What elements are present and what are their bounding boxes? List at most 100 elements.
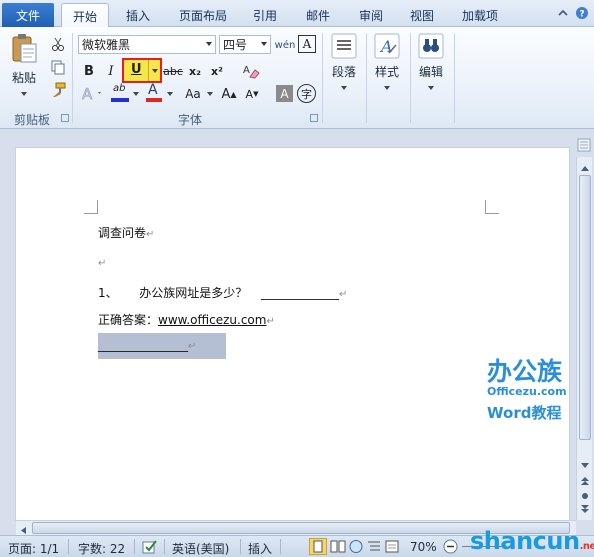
font-color-dropdown-arrow[interactable] bbox=[167, 92, 173, 96]
select-browse-object-icon[interactable] bbox=[580, 490, 590, 504]
enclose-characters-label: 字 bbox=[301, 87, 312, 101]
tab-mailings[interactable]: 邮件 bbox=[297, 3, 339, 27]
strikethrough-button[interactable]: abc bbox=[163, 61, 183, 81]
split-divider bbox=[148, 60, 149, 81]
selected-blank-text: _______________ bbox=[98, 338, 188, 352]
svg-text:A: A bbox=[379, 37, 393, 56]
font-color-button[interactable]: A bbox=[145, 82, 163, 105]
scroll-up-icon[interactable] bbox=[580, 161, 590, 175]
phonetic-guide-label: wén bbox=[274, 39, 296, 51]
clipboard-dialog-launcher[interactable] bbox=[61, 114, 69, 122]
format-painter-icon[interactable] bbox=[50, 82, 66, 98]
next-page-icon[interactable] bbox=[580, 503, 590, 517]
character-shading-button[interactable]: A bbox=[276, 85, 293, 102]
grow-font-button[interactable]: A ▲ bbox=[220, 84, 238, 104]
bold-button[interactable]: B bbox=[80, 61, 98, 81]
highlight-color-button[interactable]: ab bbox=[110, 83, 130, 105]
text-effects-icon[interactable]: A bbox=[80, 84, 104, 104]
italic-button[interactable]: I bbox=[102, 61, 120, 81]
question-1[interactable]: 1、 办公族网址是多少？ _____________↵ bbox=[98, 284, 347, 301]
underline-dropdown-arrow[interactable] bbox=[152, 69, 158, 73]
tab-references[interactable]: 引用 bbox=[244, 3, 286, 27]
subscript-button[interactable]: x₂ bbox=[186, 61, 204, 81]
paragraph-icon bbox=[331, 33, 357, 59]
officezu-logo-url: Officezu.com bbox=[487, 385, 567, 398]
full-screen-reading-icon[interactable] bbox=[330, 539, 346, 557]
language-indicator[interactable]: 英语(美国) bbox=[172, 540, 229, 557]
margin-corner-mark bbox=[84, 200, 98, 214]
outline-view-icon[interactable] bbox=[366, 539, 382, 557]
styles-button[interactable]: A 样式 bbox=[370, 33, 404, 90]
minimize-ribbon-icon[interactable] bbox=[556, 6, 570, 20]
tab-file[interactable]: 文件 bbox=[2, 3, 54, 27]
draft-view-icon[interactable] bbox=[384, 539, 400, 557]
svg-text:A: A bbox=[243, 65, 250, 76]
page-count[interactable]: 页面: 1/1 bbox=[8, 540, 59, 557]
copy-icon[interactable] bbox=[50, 59, 66, 75]
paragraph-mark: ↵ bbox=[146, 229, 155, 240]
shrink-font-label: A bbox=[245, 87, 254, 101]
subscript-label: x₂ bbox=[189, 64, 201, 78]
group-divider bbox=[410, 33, 411, 123]
status-divider bbox=[68, 539, 69, 554]
status-divider bbox=[280, 539, 281, 554]
document-title[interactable]: 调查问卷↵ bbox=[98, 224, 154, 241]
paste-button[interactable]: 粘贴 bbox=[6, 33, 42, 96]
answer-line[interactable]: 正确答案：www.officezu.com↵ bbox=[98, 311, 275, 328]
character-border-button[interactable]: A bbox=[298, 35, 316, 53]
font-size-combo[interactable]: 四号 bbox=[219, 35, 271, 54]
paste-dropdown-arrow[interactable] bbox=[21, 92, 27, 96]
status-divider bbox=[134, 539, 135, 554]
selected-underline-blank[interactable]: _______________↵ bbox=[98, 338, 196, 352]
change-case-dropdown-arrow[interactable] bbox=[207, 92, 213, 96]
paragraph-mark: ↵ bbox=[338, 289, 348, 300]
paste-icon bbox=[12, 34, 37, 63]
tab-page-layout[interactable]: 页面布局 bbox=[168, 3, 238, 27]
web-layout-icon[interactable] bbox=[348, 539, 364, 557]
font-color-label: A bbox=[148, 82, 158, 98]
styles-label: 样式 bbox=[374, 65, 399, 79]
italic-label: I bbox=[108, 63, 114, 79]
change-case-button[interactable]: Aa bbox=[180, 84, 206, 104]
chevron-down-icon bbox=[261, 42, 267, 46]
paragraph-mark: ↵ bbox=[266, 316, 275, 327]
tab-review[interactable]: 审阅 bbox=[350, 3, 392, 27]
insert-mode-indicator[interactable]: 插入 bbox=[248, 540, 272, 557]
paragraph-mark: ↵ bbox=[188, 341, 197, 352]
font-size-value: 四号 bbox=[223, 38, 248, 52]
tab-insert[interactable]: 插入 bbox=[114, 3, 162, 27]
vertical-scroll-thumb[interactable] bbox=[579, 175, 591, 440]
font-dialog-launcher[interactable] bbox=[310, 114, 318, 122]
view-ruler-icon[interactable] bbox=[577, 138, 591, 152]
vertical-scrollbar[interactable] bbox=[576, 157, 592, 520]
cut-icon[interactable] bbox=[50, 36, 66, 52]
superscript-button[interactable]: x² bbox=[208, 61, 226, 81]
chevron-down-icon bbox=[384, 86, 390, 90]
scroll-down-icon[interactable] bbox=[580, 459, 590, 473]
tab-addins[interactable]: 加载项 bbox=[452, 3, 508, 27]
zoom-out-icon[interactable] bbox=[443, 539, 458, 557]
phonetic-guide-button[interactable]: wén bbox=[274, 35, 296, 55]
tab-home[interactable]: 开始 bbox=[61, 3, 109, 28]
empty-paragraph[interactable]: ↵ bbox=[98, 255, 106, 269]
print-layout-view-icon[interactable] bbox=[309, 538, 327, 555]
enclose-characters-button[interactable]: 字 bbox=[297, 84, 316, 103]
font-name-combo[interactable]: 微软雅黑 bbox=[78, 35, 216, 54]
highlight-dropdown-arrow[interactable] bbox=[133, 92, 139, 96]
tab-view[interactable]: 视图 bbox=[401, 3, 443, 27]
underline-button[interactable]: U bbox=[122, 58, 162, 83]
svg-text:?: ? bbox=[579, 10, 584, 20]
ribbon-tab-bar: 文件 开始 插入 页面布局 引用 邮件 审阅 视图 加载项 ? bbox=[0, 0, 594, 28]
proofing-icon[interactable] bbox=[142, 539, 158, 557]
group-divider bbox=[322, 33, 323, 123]
underline-label: U bbox=[131, 62, 142, 77]
zoom-level[interactable]: 70% bbox=[410, 540, 437, 554]
editing-button[interactable]: 编辑 bbox=[414, 33, 448, 90]
paragraph-button[interactable]: 段落 bbox=[327, 33, 361, 90]
clear-formatting-icon[interactable]: A bbox=[241, 61, 261, 81]
highlight-color-swatch bbox=[111, 98, 129, 102]
previous-page-icon[interactable] bbox=[580, 475, 590, 489]
help-icon[interactable]: ? bbox=[575, 6, 589, 20]
word-count[interactable]: 字数: 22 bbox=[78, 540, 125, 557]
shrink-font-button[interactable]: A ▼ bbox=[243, 84, 261, 104]
